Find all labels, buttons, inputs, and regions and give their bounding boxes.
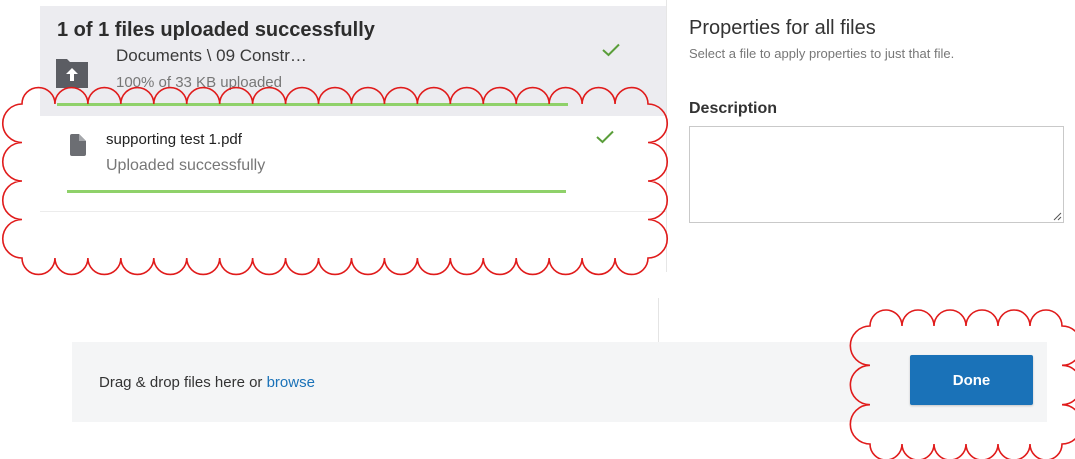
description-label: Description: [689, 100, 778, 117]
file-progress-fill: [67, 190, 566, 193]
file-name: supporting test 1.pdf: [106, 131, 242, 148]
properties-hint: Select a file to apply properties to jus…: [689, 46, 955, 61]
resize-handle-icon[interactable]: [1052, 211, 1062, 221]
folder-path: Documents \ 09 Constr…: [116, 46, 307, 65]
checkmark-icon: [602, 43, 620, 57]
file-progress-bar: [67, 190, 566, 193]
description-textarea[interactable]: [689, 126, 1064, 223]
done-button[interactable]: Done: [910, 355, 1033, 405]
drop-zone-text: Drag & drop files here or browse: [99, 374, 315, 391]
folder-progress-fill: [57, 103, 568, 106]
properties-title: Properties for all files: [689, 17, 876, 39]
drop-zone-label: Drag & drop files here or: [99, 374, 267, 391]
upload-folder-icon: [56, 59, 88, 88]
upload-list-panel: 1 of 1 files uploaded successfully Docum…: [40, 0, 667, 272]
upload-group-header: 1 of 1 files uploaded successfully Docum…: [40, 6, 666, 116]
browse-link[interactable]: browse: [267, 374, 315, 391]
upload-dialog: 1 of 1 files uploaded successfully Docum…: [0, 0, 1075, 459]
file-row[interactable]: supporting test 1.pdf Uploaded successfu…: [40, 116, 666, 212]
file-status: Uploaded successfully: [106, 157, 266, 174]
checkmark-icon: [596, 130, 614, 144]
upload-summary-title: 1 of 1 files uploaded successfully: [57, 19, 375, 41]
drop-zone-footer[interactable]: Drag & drop files here or browse Done: [72, 342, 1047, 422]
folder-progress-bar: [57, 103, 568, 106]
divider: [658, 298, 659, 342]
document-icon: [70, 134, 86, 156]
folder-progress-text: 100% of 33 KB uploaded: [116, 74, 282, 91]
